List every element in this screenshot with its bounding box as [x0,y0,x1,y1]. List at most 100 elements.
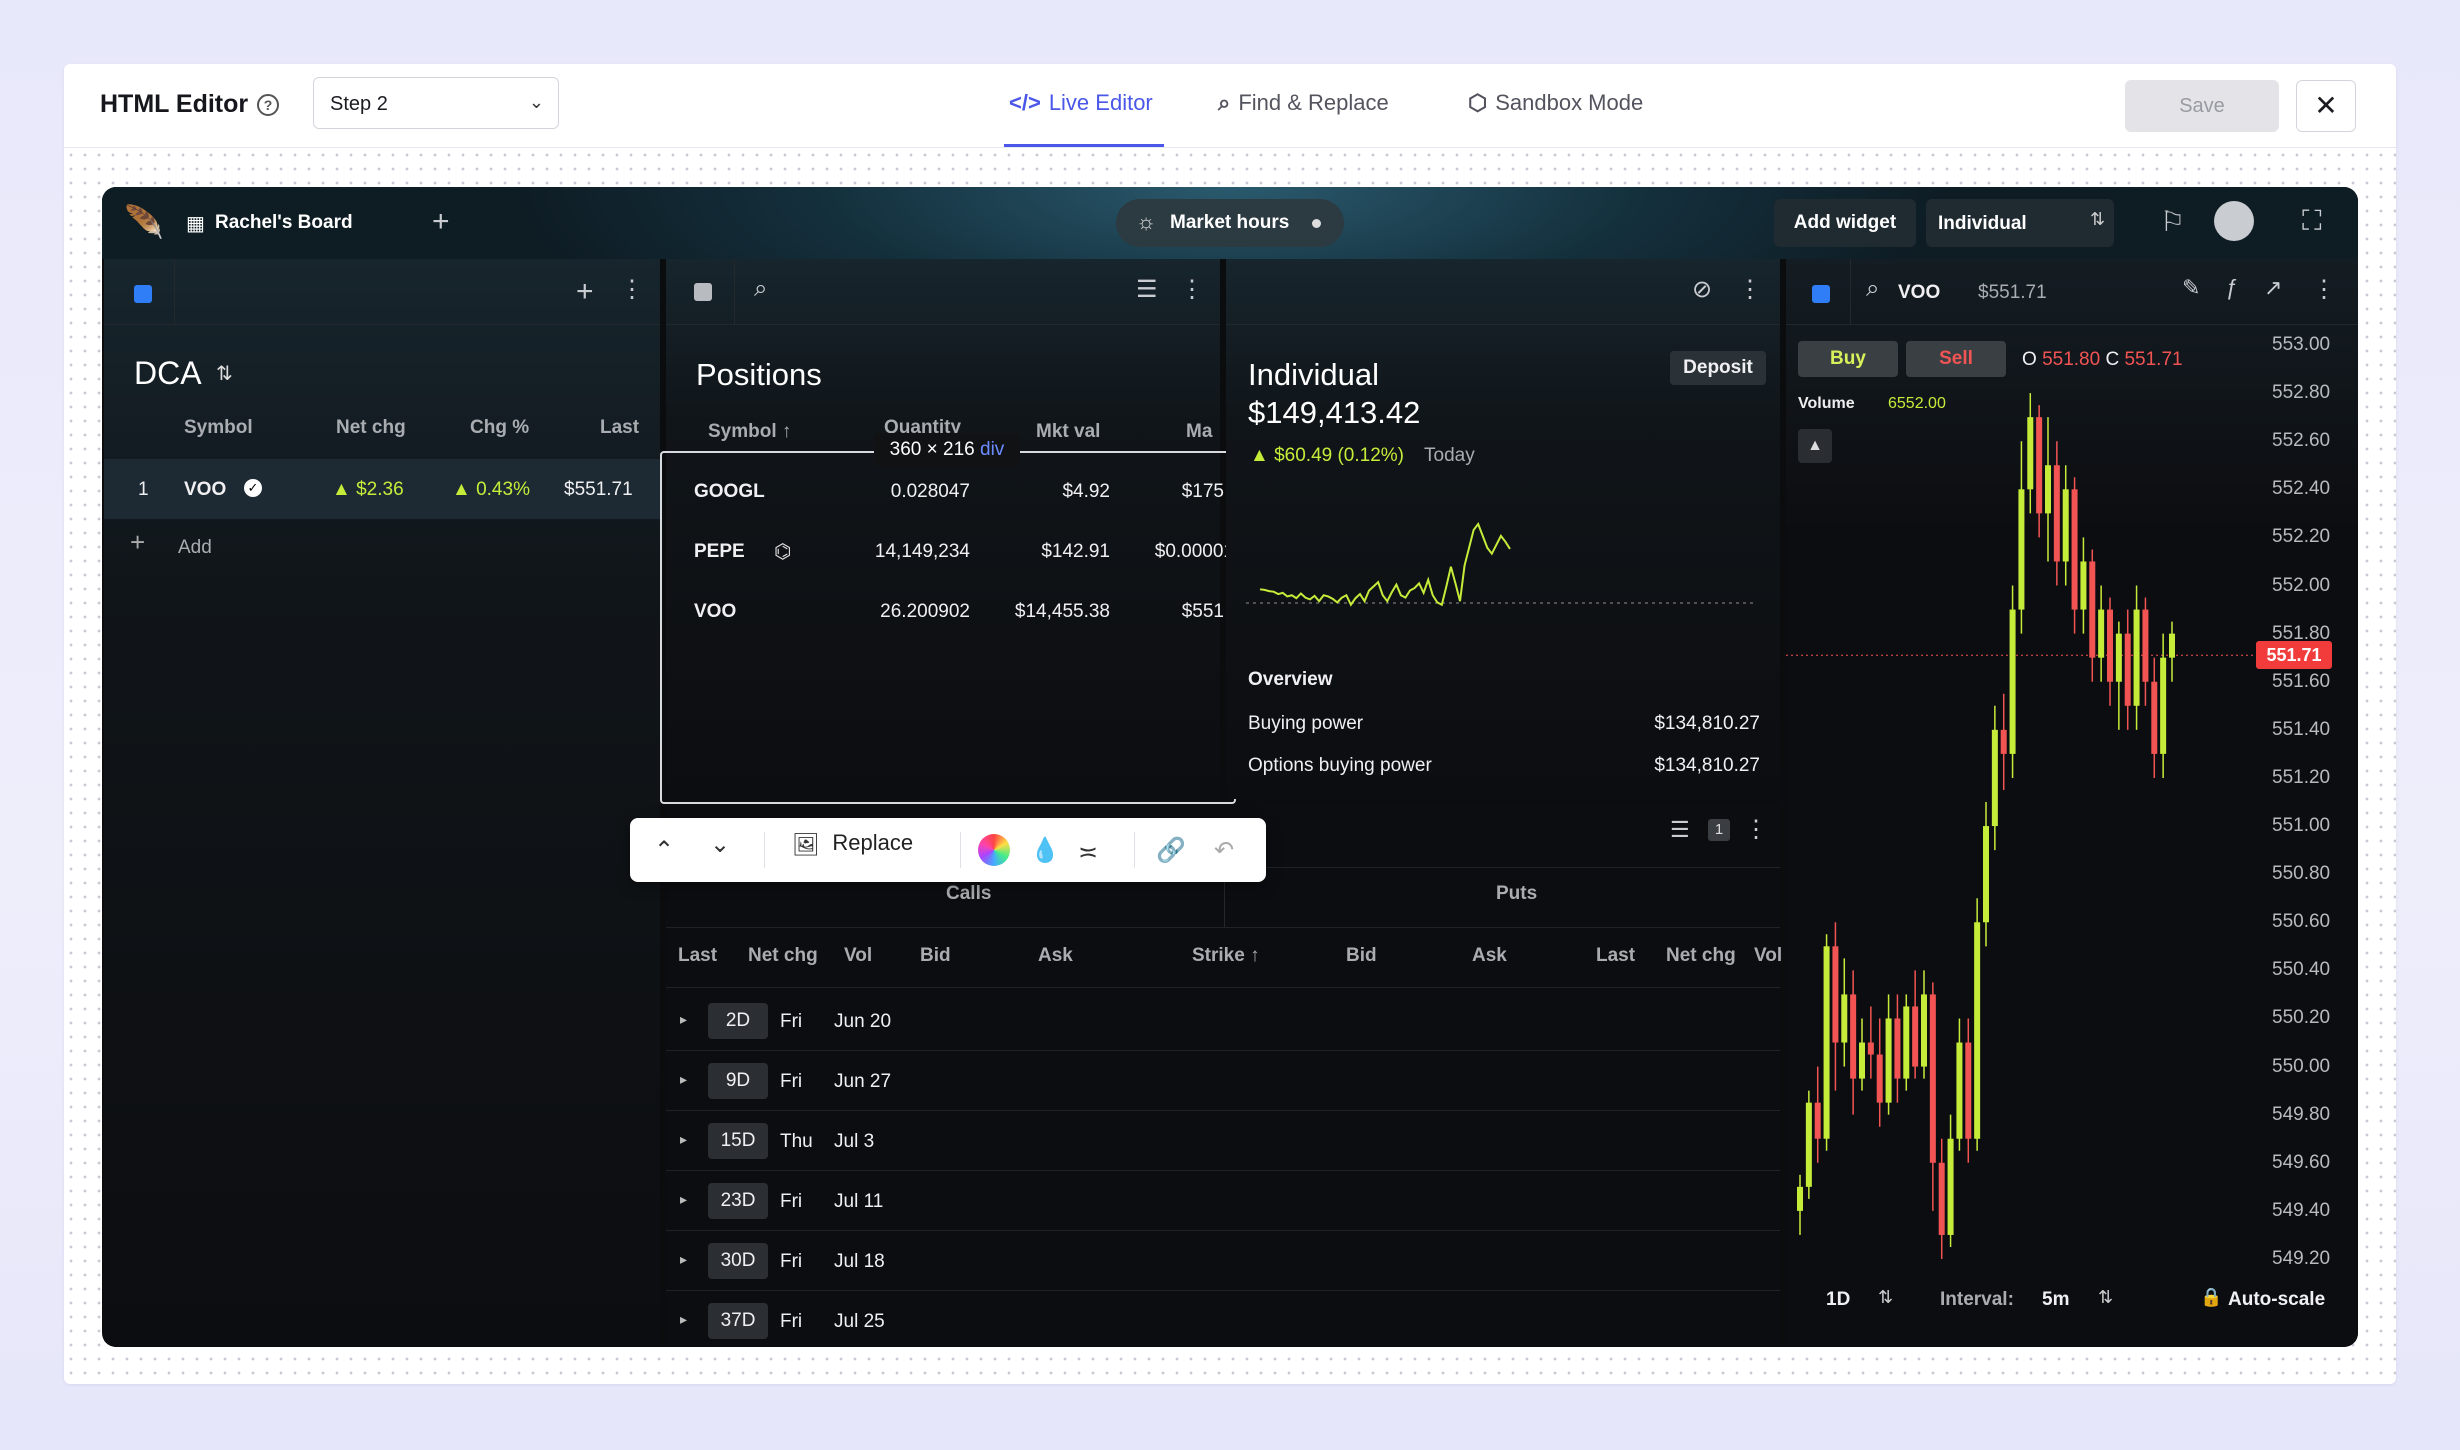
candle-body [1991,729,1998,827]
column-header-symbol[interactable]: Symbol ↑ [708,421,791,443]
watchlist-title[interactable]: DCA [134,355,202,392]
candle-body [1823,946,1830,1139]
auto-scale-toggle[interactable]: Auto-scale [2228,1289,2325,1311]
replace-label: Replace [832,830,914,855]
candle-body [2160,657,2167,754]
deposit-button[interactable]: Deposit [1670,351,1766,385]
expiration-row[interactable]: ▸ 9D Fri Jun 27 [666,1051,1780,1111]
column-header-symbol[interactable]: Symbol [184,417,253,439]
search-icon[interactable]: ⌕ [754,275,767,303]
add-icon[interactable]: + [130,527,145,558]
eye-off-icon[interactable]: ⊘ [1692,275,1712,304]
tab-find-replace[interactable]: ⌕ Find & Replace [1218,90,1389,120]
undo-icon[interactable]: ↶ [1214,836,1234,865]
candle-body [2115,633,2122,682]
expiration-row[interactable]: ▸ 30D Fri Jul 18 [666,1231,1780,1291]
expiration-row[interactable]: ▸ 15D Thu Jul 3 [666,1111,1780,1171]
interval-select[interactable]: 5m [2042,1289,2069,1311]
column-header-1[interactable]: Net chg [748,945,818,967]
candle-body [1947,1138,1954,1235]
search-icon[interactable]: ⌕ [1866,275,1879,303]
opacity-drop-icon[interactable]: 💧 [1030,836,1060,865]
more-vertical-icon[interactable]: ⋮ [1180,275,1204,304]
column-header-4[interactable]: Ask [1038,945,1073,967]
color-wheel-icon[interactable] [978,834,1010,866]
column-header-8[interactable]: Last [1596,945,1635,967]
column-header-last[interactable]: Last [600,417,639,439]
step-select[interactable]: Step 2 ⌄ [313,77,559,129]
expand-caret-icon[interactable]: ▸ [680,1071,687,1088]
column-header-10[interactable]: Vol [1754,945,1782,967]
replace-image-button[interactable]: 🖼 Replace [792,830,914,868]
avatar[interactable] [2214,201,2254,241]
expiration-date: Jul 18 [834,1251,885,1272]
expand-caret-icon[interactable]: ▸ [680,1311,687,1328]
save-button[interactable]: Save [2125,80,2279,132]
board-grid-icon: ▦ [186,213,205,235]
column-header-5[interactable]: Strike ↑ [1192,945,1260,967]
tab-live-editor[interactable]: </> Live Editor [1009,90,1153,120]
board-name[interactable]: Rachel's Board [215,212,353,234]
column-header-2[interactable]: Vol [844,945,872,967]
add-icon[interactable]: + [576,275,594,309]
panel-color-tag[interactable] [694,283,712,301]
candle-body [1956,1042,1963,1139]
panel-color-tag[interactable] [134,285,152,303]
more-vertical-icon[interactable]: ⋮ [620,275,644,304]
close-button[interactable]: ✕ [2296,80,2356,132]
add-board-icon[interactable]: + [432,205,450,239]
expiration-days: 15D [708,1123,768,1159]
more-vertical-icon[interactable]: ⋮ [1738,275,1762,304]
more-vertical-icon[interactable]: ⋮ [1744,815,1768,844]
expiration-row[interactable]: ▸ 37D Fri Jul 25 [666,1291,1780,1347]
range-select[interactable]: 1D [1826,1289,1850,1311]
draw-pen-icon[interactable]: ✎ [2182,275,2200,301]
help-icon[interactable]: ? [257,94,279,116]
column-header-0[interactable]: Last [678,945,717,967]
column-header-mkt-val[interactable]: Mkt val [1036,421,1100,443]
column-header-7[interactable]: Ask [1472,945,1507,967]
chart-symbol[interactable]: VOO [1898,282,1940,304]
account-select[interactable]: Individual ⇅ [1926,199,2114,247]
market-hours-pill[interactable]: ☼ Market hours [1116,199,1344,247]
link-icon[interactable]: 🔗 [1156,836,1186,865]
expand-caret-icon[interactable]: ▸ [680,1011,687,1028]
add-symbol-button[interactable]: Add [178,537,212,559]
tab-sandbox-mode[interactable]: ⬡ Sandbox Mode [1468,90,1643,120]
expiration-dow: Thu [780,1131,813,1152]
hide-eye-icon[interactable]: ≍ [1078,838,1098,867]
filter-sliders-icon[interactable]: ☰ [1136,275,1158,304]
candle-body [1885,1018,1892,1103]
candle-body [2124,633,2131,706]
app-header: 🪶 ▦ Rachel's Board + ☼ Market hours Add … [102,187,2358,259]
table-row[interactable]: 1 VOO ✓ ▲ $2.36 ▲ 0.43% $551.71 [104,459,660,519]
column-header-6[interactable]: Bid [1346,945,1377,967]
add-widget-button[interactable]: Add widget [1774,199,1916,247]
column-header-3[interactable]: Bid [920,945,951,967]
expand-caret-icon[interactable]: ▸ [680,1251,687,1268]
expand-caret-icon[interactable]: ▸ [680,1191,687,1208]
candle-body [2027,417,2034,490]
column-header-mark[interactable]: Ma [1186,421,1220,443]
column-header-net-chg[interactable]: Net chg [336,417,406,439]
sort-updown-icon[interactable]: ⇅ [216,361,233,386]
select-updown-icon[interactable]: ⇅ [1878,1287,1893,1308]
expiration-row[interactable]: ▸ 2D Fri Jun 20 [666,991,1780,1051]
fullscreen-icon[interactable]: ⛶ [2302,205,2322,238]
expand-caret-icon[interactable]: ▸ [680,1131,687,1148]
price-tick-label: 552.00 [2272,574,2331,596]
panel-color-tag[interactable] [1812,285,1830,303]
selected-element-outline[interactable]: GOOGL 0.028047 $4.92 $175 PEPE ⌬ 14,149,… [660,451,1236,804]
filter-sliders-icon[interactable]: ☰ [1670,817,1690,843]
chevron-down-icon[interactable]: ⌄ [710,830,730,859]
more-vertical-icon[interactable]: ⋮ [2312,275,2336,304]
function-icon[interactable]: ƒ [2226,275,2238,301]
flag-icon[interactable]: ⚐ [2160,205,2185,238]
select-updown-icon[interactable]: ⇅ [2098,1287,2113,1308]
chevron-up-icon[interactable]: ⌃ [654,836,674,865]
price-tick-label: 549.80 [2272,1103,2331,1125]
trend-icon[interactable]: ↗ [2264,275,2282,301]
column-header-chg-pct[interactable]: Chg % [470,417,529,439]
column-header-9[interactable]: Net chg [1666,945,1736,967]
expiration-row[interactable]: ▸ 23D Fri Jul 11 [666,1171,1780,1231]
